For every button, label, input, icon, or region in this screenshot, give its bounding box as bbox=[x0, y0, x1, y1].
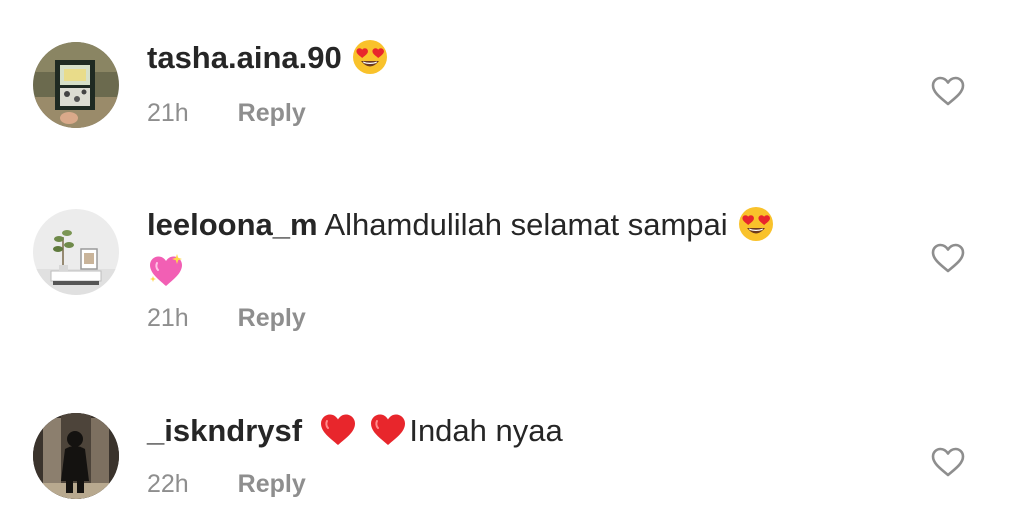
heart-outline-icon bbox=[931, 76, 965, 106]
reply-button[interactable]: Reply bbox=[238, 98, 306, 128]
comment-meta: 21h Reply bbox=[147, 303, 306, 333]
avatar[interactable] bbox=[33, 42, 119, 128]
like-button[interactable] bbox=[931, 76, 965, 106]
red-heart-emoji bbox=[369, 412, 407, 458]
like-button[interactable] bbox=[931, 447, 965, 477]
comment-list: tasha.aina.90 21h Reply leeloona_m Alham… bbox=[0, 0, 1024, 527]
comment-meta: 22h Reply bbox=[147, 469, 306, 499]
reply-button[interactable]: Reply bbox=[238, 303, 306, 333]
avatar[interactable] bbox=[33, 413, 119, 499]
heart-outline-icon bbox=[931, 447, 965, 477]
username-link[interactable]: tasha.aina.90 bbox=[147, 40, 342, 75]
comment-body: Indah nyaa bbox=[409, 413, 563, 448]
avatar[interactable] bbox=[33, 209, 119, 295]
timestamp: 22h bbox=[147, 470, 189, 498]
username-link[interactable]: leeloona_m bbox=[147, 207, 318, 242]
sparkling-heart-emoji bbox=[147, 252, 185, 300]
like-button[interactable] bbox=[931, 243, 965, 273]
timestamp: 21h bbox=[147, 304, 189, 332]
red-heart-emoji bbox=[319, 412, 357, 458]
reply-button[interactable]: Reply bbox=[238, 469, 306, 499]
comment-meta: 21h Reply bbox=[147, 98, 306, 128]
comment-text: _iskndrysf Indah nyaa bbox=[147, 411, 867, 458]
comment-text: leeloona_m Alhamdulilah selamat sampai bbox=[147, 205, 867, 300]
comment-body: Alhamdulilah selamat sampai bbox=[324, 207, 728, 242]
comment-text: tasha.aina.90 bbox=[147, 38, 867, 85]
heart-eyes-emoji bbox=[738, 206, 774, 252]
timestamp: 21h bbox=[147, 99, 189, 127]
username-link[interactable]: _iskndrysf bbox=[147, 413, 302, 448]
heart-eyes-emoji bbox=[352, 39, 388, 85]
heart-outline-icon bbox=[931, 243, 965, 273]
